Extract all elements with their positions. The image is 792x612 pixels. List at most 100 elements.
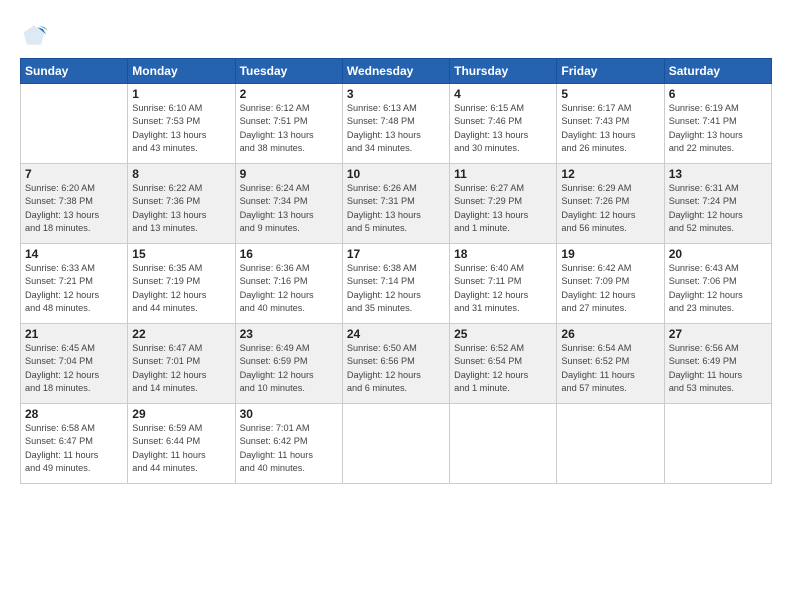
calendar-cell: 30Sunrise: 7:01 AM Sunset: 6:42 PM Dayli… — [235, 404, 342, 484]
calendar-cell: 26Sunrise: 6:54 AM Sunset: 6:52 PM Dayli… — [557, 324, 664, 404]
calendar-cell: 6Sunrise: 6:19 AM Sunset: 7:41 PM Daylig… — [664, 84, 771, 164]
day-number: 10 — [347, 167, 445, 181]
day-info: Sunrise: 6:40 AM Sunset: 7:11 PM Dayligh… — [454, 262, 552, 315]
calendar-cell: 13Sunrise: 6:31 AM Sunset: 7:24 PM Dayli… — [664, 164, 771, 244]
calendar-header-row: SundayMondayTuesdayWednesdayThursdayFrid… — [21, 59, 772, 84]
calendar-cell — [342, 404, 449, 484]
logo — [20, 22, 52, 50]
day-info: Sunrise: 6:49 AM Sunset: 6:59 PM Dayligh… — [240, 342, 338, 395]
day-number: 9 — [240, 167, 338, 181]
day-info: Sunrise: 6:38 AM Sunset: 7:14 PM Dayligh… — [347, 262, 445, 315]
day-number: 12 — [561, 167, 659, 181]
day-number: 30 — [240, 407, 338, 421]
calendar-cell: 5Sunrise: 6:17 AM Sunset: 7:43 PM Daylig… — [557, 84, 664, 164]
day-number: 27 — [669, 327, 767, 341]
calendar-cell — [450, 404, 557, 484]
day-info: Sunrise: 6:19 AM Sunset: 7:41 PM Dayligh… — [669, 102, 767, 155]
day-number: 28 — [25, 407, 123, 421]
calendar-cell: 20Sunrise: 6:43 AM Sunset: 7:06 PM Dayli… — [664, 244, 771, 324]
day-number: 2 — [240, 87, 338, 101]
page: SundayMondayTuesdayWednesdayThursdayFrid… — [0, 0, 792, 612]
day-info: Sunrise: 6:24 AM Sunset: 7:34 PM Dayligh… — [240, 182, 338, 235]
day-number: 16 — [240, 247, 338, 261]
day-info: Sunrise: 6:43 AM Sunset: 7:06 PM Dayligh… — [669, 262, 767, 315]
calendar-week-4: 21Sunrise: 6:45 AM Sunset: 7:04 PM Dayli… — [21, 324, 772, 404]
day-info: Sunrise: 6:33 AM Sunset: 7:21 PM Dayligh… — [25, 262, 123, 315]
calendar-cell — [21, 84, 128, 164]
calendar-cell — [557, 404, 664, 484]
calendar-cell: 17Sunrise: 6:38 AM Sunset: 7:14 PM Dayli… — [342, 244, 449, 324]
calendar-header-tuesday: Tuesday — [235, 59, 342, 84]
calendar-header-friday: Friday — [557, 59, 664, 84]
day-info: Sunrise: 6:47 AM Sunset: 7:01 PM Dayligh… — [132, 342, 230, 395]
day-info: Sunrise: 6:45 AM Sunset: 7:04 PM Dayligh… — [25, 342, 123, 395]
day-info: Sunrise: 6:59 AM Sunset: 6:44 PM Dayligh… — [132, 422, 230, 475]
day-number: 13 — [669, 167, 767, 181]
day-info: Sunrise: 6:42 AM Sunset: 7:09 PM Dayligh… — [561, 262, 659, 315]
calendar-cell: 7Sunrise: 6:20 AM Sunset: 7:38 PM Daylig… — [21, 164, 128, 244]
day-info: Sunrise: 6:54 AM Sunset: 6:52 PM Dayligh… — [561, 342, 659, 395]
day-info: Sunrise: 6:13 AM Sunset: 7:48 PM Dayligh… — [347, 102, 445, 155]
day-number: 8 — [132, 167, 230, 181]
day-info: Sunrise: 6:27 AM Sunset: 7:29 PM Dayligh… — [454, 182, 552, 235]
calendar-cell: 3Sunrise: 6:13 AM Sunset: 7:48 PM Daylig… — [342, 84, 449, 164]
calendar-header-thursday: Thursday — [450, 59, 557, 84]
day-info: Sunrise: 6:26 AM Sunset: 7:31 PM Dayligh… — [347, 182, 445, 235]
day-info: Sunrise: 6:22 AM Sunset: 7:36 PM Dayligh… — [132, 182, 230, 235]
calendar-cell: 12Sunrise: 6:29 AM Sunset: 7:26 PM Dayli… — [557, 164, 664, 244]
calendar-week-1: 1Sunrise: 6:10 AM Sunset: 7:53 PM Daylig… — [21, 84, 772, 164]
calendar-header-wednesday: Wednesday — [342, 59, 449, 84]
day-info: Sunrise: 6:15 AM Sunset: 7:46 PM Dayligh… — [454, 102, 552, 155]
day-number: 20 — [669, 247, 767, 261]
day-number: 24 — [347, 327, 445, 341]
day-info: Sunrise: 6:31 AM Sunset: 7:24 PM Dayligh… — [669, 182, 767, 235]
calendar-week-3: 14Sunrise: 6:33 AM Sunset: 7:21 PM Dayli… — [21, 244, 772, 324]
logo-icon — [20, 22, 48, 50]
day-number: 21 — [25, 327, 123, 341]
calendar-week-2: 7Sunrise: 6:20 AM Sunset: 7:38 PM Daylig… — [21, 164, 772, 244]
calendar-cell: 9Sunrise: 6:24 AM Sunset: 7:34 PM Daylig… — [235, 164, 342, 244]
calendar-cell: 23Sunrise: 6:49 AM Sunset: 6:59 PM Dayli… — [235, 324, 342, 404]
day-number: 4 — [454, 87, 552, 101]
day-info: Sunrise: 6:35 AM Sunset: 7:19 PM Dayligh… — [132, 262, 230, 315]
day-number: 23 — [240, 327, 338, 341]
calendar-header-monday: Monday — [128, 59, 235, 84]
calendar-cell: 19Sunrise: 6:42 AM Sunset: 7:09 PM Dayli… — [557, 244, 664, 324]
calendar-cell: 27Sunrise: 6:56 AM Sunset: 6:49 PM Dayli… — [664, 324, 771, 404]
day-number: 17 — [347, 247, 445, 261]
calendar-cell: 1Sunrise: 6:10 AM Sunset: 7:53 PM Daylig… — [128, 84, 235, 164]
calendar-cell: 11Sunrise: 6:27 AM Sunset: 7:29 PM Dayli… — [450, 164, 557, 244]
calendar-cell: 14Sunrise: 6:33 AM Sunset: 7:21 PM Dayli… — [21, 244, 128, 324]
calendar-cell: 8Sunrise: 6:22 AM Sunset: 7:36 PM Daylig… — [128, 164, 235, 244]
day-info: Sunrise: 6:52 AM Sunset: 6:54 PM Dayligh… — [454, 342, 552, 395]
day-number: 26 — [561, 327, 659, 341]
calendar-cell: 18Sunrise: 6:40 AM Sunset: 7:11 PM Dayli… — [450, 244, 557, 324]
day-number: 18 — [454, 247, 552, 261]
day-number: 29 — [132, 407, 230, 421]
day-info: Sunrise: 6:29 AM Sunset: 7:26 PM Dayligh… — [561, 182, 659, 235]
day-number: 11 — [454, 167, 552, 181]
day-info: Sunrise: 7:01 AM Sunset: 6:42 PM Dayligh… — [240, 422, 338, 475]
day-number: 25 — [454, 327, 552, 341]
day-info: Sunrise: 6:50 AM Sunset: 6:56 PM Dayligh… — [347, 342, 445, 395]
day-info: Sunrise: 6:20 AM Sunset: 7:38 PM Dayligh… — [25, 182, 123, 235]
calendar-cell: 22Sunrise: 6:47 AM Sunset: 7:01 PM Dayli… — [128, 324, 235, 404]
day-number: 1 — [132, 87, 230, 101]
day-info: Sunrise: 6:10 AM Sunset: 7:53 PM Dayligh… — [132, 102, 230, 155]
calendar-cell: 16Sunrise: 6:36 AM Sunset: 7:16 PM Dayli… — [235, 244, 342, 324]
day-info: Sunrise: 6:36 AM Sunset: 7:16 PM Dayligh… — [240, 262, 338, 315]
calendar-cell: 25Sunrise: 6:52 AM Sunset: 6:54 PM Dayli… — [450, 324, 557, 404]
calendar-cell: 15Sunrise: 6:35 AM Sunset: 7:19 PM Dayli… — [128, 244, 235, 324]
header — [20, 18, 772, 50]
calendar-cell: 21Sunrise: 6:45 AM Sunset: 7:04 PM Dayli… — [21, 324, 128, 404]
day-number: 14 — [25, 247, 123, 261]
calendar-cell: 10Sunrise: 6:26 AM Sunset: 7:31 PM Dayli… — [342, 164, 449, 244]
day-info: Sunrise: 6:17 AM Sunset: 7:43 PM Dayligh… — [561, 102, 659, 155]
day-info: Sunrise: 6:58 AM Sunset: 6:47 PM Dayligh… — [25, 422, 123, 475]
calendar-cell: 29Sunrise: 6:59 AM Sunset: 6:44 PM Dayli… — [128, 404, 235, 484]
day-number: 19 — [561, 247, 659, 261]
calendar-header-saturday: Saturday — [664, 59, 771, 84]
day-info: Sunrise: 6:12 AM Sunset: 7:51 PM Dayligh… — [240, 102, 338, 155]
day-number: 6 — [669, 87, 767, 101]
calendar-header-sunday: Sunday — [21, 59, 128, 84]
